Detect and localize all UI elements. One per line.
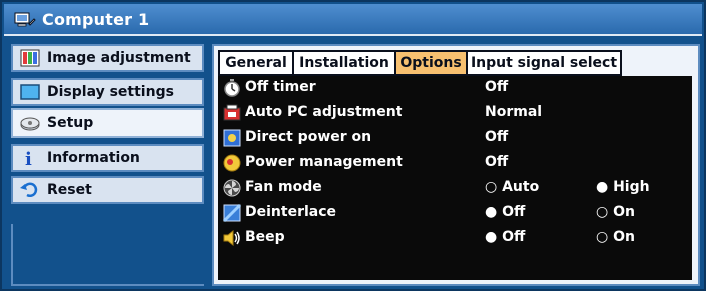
sidebar-item-label: Reset xyxy=(47,182,92,198)
sidebar-item-setup[interactable]: Setup xyxy=(11,108,204,138)
beep-off-option[interactable]: ● Off xyxy=(485,229,525,245)
deinterlace-off-option[interactable]: ● Off xyxy=(485,204,525,220)
setting-row-deinterlace[interactable]: Deinterlace ● Off ○ On xyxy=(218,201,692,225)
settings-panel: General Installation Options Input signa… xyxy=(212,44,700,286)
tab-label: Input signal select xyxy=(470,55,618,71)
setting-value[interactable]: Off xyxy=(485,79,508,95)
sidebar-item-label: Display settings xyxy=(47,84,174,100)
setting-label: Beep xyxy=(245,229,285,245)
auto-adjust-icon xyxy=(223,104,241,121)
setup-icon xyxy=(20,117,40,131)
osd-menu-window: Computer 1 Image adjustment Display sett… xyxy=(0,0,706,291)
beep-on-option[interactable]: ○ On xyxy=(596,229,635,245)
setting-label: Auto PC adjustment xyxy=(245,104,403,120)
tab-bar: General Installation Options Input signa… xyxy=(218,50,622,76)
direct-power-icon xyxy=(223,129,241,147)
tab-input-signal-select[interactable]: Input signal select xyxy=(466,50,622,76)
fan-icon xyxy=(223,179,241,197)
sidebar-item-label: Image adjustment xyxy=(47,50,191,66)
sidebar-empty-area xyxy=(11,224,204,286)
sidebar: Image adjustment Display settings Setup … xyxy=(11,44,204,286)
tab-general[interactable]: General xyxy=(218,50,294,76)
power-management-icon xyxy=(223,154,241,172)
window-title: Computer 1 xyxy=(42,9,150,29)
sidebar-item-information[interactable]: i Information xyxy=(11,144,204,172)
tab-label: General xyxy=(225,55,287,71)
setting-row-beep[interactable]: Beep ● Off ○ On xyxy=(218,226,692,250)
information-icon: i xyxy=(25,149,32,168)
sidebar-item-display-settings[interactable]: Display settings xyxy=(11,78,204,106)
settings-list: Off timer Off Auto PC adjustment Normal … xyxy=(218,76,692,280)
list-empty-area xyxy=(218,256,692,280)
fan-mode-high-option[interactable]: ● High xyxy=(596,179,650,195)
display-settings-icon xyxy=(20,84,40,100)
setting-value[interactable]: Off xyxy=(485,154,508,170)
setting-row-fan-mode[interactable]: Fan mode ○ Auto ● High xyxy=(218,176,692,200)
setting-label: Fan mode xyxy=(245,179,322,195)
setting-label: Power management xyxy=(245,154,403,170)
setting-label: Deinterlace xyxy=(245,204,337,220)
setting-value[interactable]: Off xyxy=(485,129,508,145)
computer-input-icon xyxy=(14,12,36,27)
image-adjustment-icon xyxy=(20,49,40,67)
svg-text:i: i xyxy=(25,149,32,168)
tab-label: Options xyxy=(400,55,462,71)
setting-label: Off timer xyxy=(245,79,316,95)
deinterlace-on-option[interactable]: ○ On xyxy=(596,204,635,220)
sidebar-item-label: Information xyxy=(47,150,140,166)
tab-options[interactable]: Options xyxy=(394,50,468,76)
tab-installation[interactable]: Installation xyxy=(292,50,396,76)
setting-row-off-timer[interactable]: Off timer Off xyxy=(218,76,692,100)
tab-label: Installation xyxy=(299,55,389,71)
setting-row-auto-pc-adjustment[interactable]: Auto PC adjustment Normal xyxy=(218,101,692,125)
setting-row-power-management[interactable]: Power management Off xyxy=(218,151,692,175)
title-bar: Computer 1 xyxy=(4,4,702,36)
sidebar-item-image-adjustment[interactable]: Image adjustment xyxy=(11,44,204,72)
setting-label: Direct power on xyxy=(245,129,372,145)
speaker-icon xyxy=(223,229,240,247)
setting-value[interactable]: Normal xyxy=(485,104,542,120)
deinterlace-icon xyxy=(222,203,242,223)
timer-icon xyxy=(224,79,240,97)
sidebar-item-label: Setup xyxy=(47,115,94,131)
reset-icon xyxy=(20,182,38,197)
fan-mode-auto-option[interactable]: ○ Auto xyxy=(485,179,539,195)
setting-row-direct-power-on[interactable]: Direct power on Off xyxy=(218,126,692,150)
sidebar-item-reset[interactable]: Reset xyxy=(11,176,204,204)
